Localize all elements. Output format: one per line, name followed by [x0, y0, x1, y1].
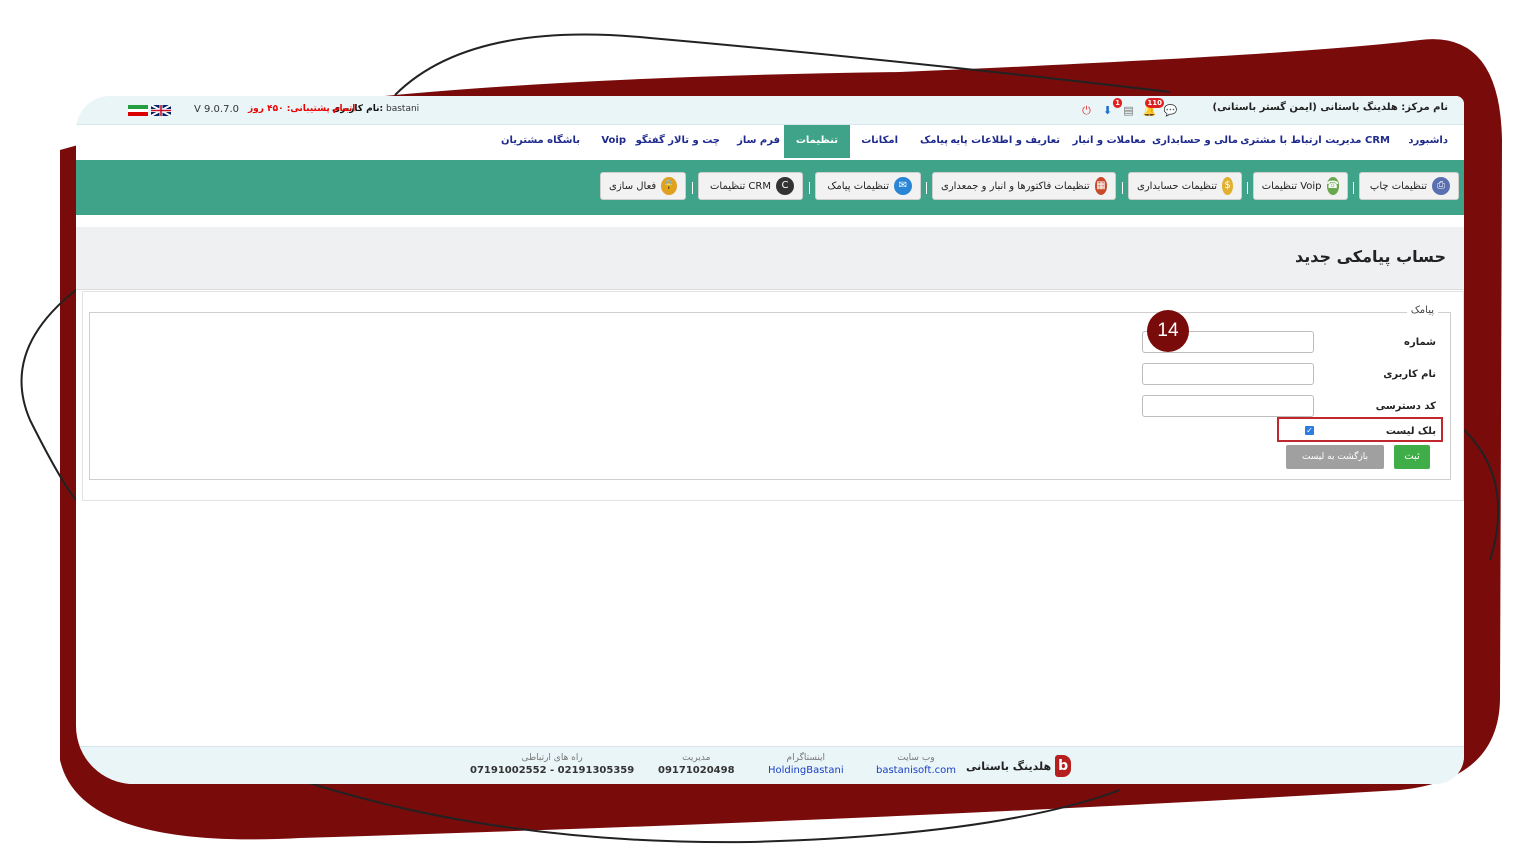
footer-brand: هلدینگ باستانی b [966, 755, 1072, 777]
footer-management: مدیریت 09171020498 [658, 753, 735, 776]
footer: هلدینگ باستانی b وب سایت bastanisoft.com… [76, 746, 1464, 784]
access-code-field[interactable] [1142, 395, 1314, 417]
divider [809, 182, 810, 194]
uk-flag-icon[interactable] [151, 105, 171, 116]
menu-crm[interactable]: مدیریت ارتباط با مشتری CRM [1240, 125, 1390, 158]
divider [1247, 182, 1248, 194]
management-phone: 09171020498 [658, 765, 735, 776]
print-settings-label: تنظیمات چاپ [1369, 180, 1427, 192]
step-number-badge: 14 [1147, 310, 1189, 352]
blacklist-checkbox[interactable]: ✓ [1305, 426, 1314, 435]
iran-flag-icon[interactable] [128, 105, 148, 116]
page-title: حساب پیامکی جدید [1294, 247, 1446, 266]
footer-instagram: اینستاگرام HoldingBastani [768, 753, 844, 776]
sms-settings-label: تنظیمات پیامک [827, 180, 889, 192]
language-flags [128, 105, 171, 116]
top-icons: ⏻ ⬇ 1 ▤ 🔔 110 💬 [1078, 97, 1179, 119]
activation-label: فعال سازی [609, 180, 657, 192]
management-label: مدیریت [682, 753, 711, 763]
top-status-bar: نام مرکز: هلدینگ باستانی (ایمن گستر باست… [76, 96, 1464, 125]
page-header: حساب پیامکی جدید [76, 227, 1464, 290]
chat-icon[interactable]: 💬 [1162, 102, 1179, 119]
settings-toolbar: تنظیمات چاپ ⎙ تنظیمات Voip ☎ تنظیمات حسا… [76, 160, 1464, 215]
invoice-icon: ▦ [1094, 177, 1107, 195]
menu-dashboard[interactable]: داشبورد [1408, 125, 1448, 158]
app-screen: نام مرکز: هلدینگ باستانی (ایمن گستر باست… [76, 96, 1464, 784]
invoice-settings-label: تنظیمات فاکتورها و انبار و جمعداری [941, 180, 1090, 192]
center-name: نام مرکز: هلدینگ باستانی (ایمن گستر باست… [1212, 102, 1448, 113]
menu-trade[interactable]: معاملات و انبار [1073, 125, 1146, 158]
blacklist-label: بلک لیست [1385, 426, 1436, 437]
menu-club[interactable]: باشگاه مشتریان [501, 125, 580, 158]
calendar-icon[interactable]: ▤ [1120, 102, 1137, 119]
back-to-list-button[interactable]: بازگشت به لیست [1286, 445, 1384, 469]
menu-features[interactable]: امکانات [861, 125, 898, 158]
fieldset-legend: پیامک [1406, 305, 1438, 316]
website-link[interactable]: bastanisoft.com [876, 765, 956, 776]
menu-chat[interactable]: چت و تالار گفتگو [636, 125, 720, 158]
money-bag-icon: $ [1222, 177, 1233, 195]
footer-brand-name: هلدینگ باستانی [966, 759, 1052, 773]
phone-icon: ☎ [1326, 177, 1339, 195]
form-panel: پیامک شماره نام کاربری کد دسترسی بلک لیس… [82, 291, 1464, 501]
menu-settings[interactable]: تنظیمات [783, 125, 850, 158]
divider [1353, 182, 1354, 194]
username-label: نام کاربری [1383, 369, 1436, 380]
number-label: شماره [1404, 337, 1436, 348]
instagram-link[interactable]: HoldingBastani [768, 765, 844, 776]
crm-settings-button[interactable]: تنظیمات CRM C [698, 172, 803, 200]
support-remaining: اتمام پشتیبانی: ۴۵۰ روز [248, 104, 356, 114]
printer-icon: ⎙ [1432, 177, 1450, 195]
username-field[interactable] [1142, 363, 1314, 385]
access-code-label: کد دسترسی [1375, 401, 1436, 412]
voip-settings-label: تنظیمات Voip [1261, 180, 1322, 192]
menu-definitions[interactable]: تعاریف و اطلاعات پایه [950, 125, 1060, 158]
voip-settings-button[interactable]: تنظیمات Voip ☎ [1253, 172, 1348, 200]
website-label: وب سایت [897, 753, 935, 763]
sms-settings-button[interactable]: تنظیمات پیامک ✉ [815, 172, 921, 200]
menu-voip[interactable]: Voip [601, 125, 626, 158]
crm-settings-label: تنظیمات CRM [709, 180, 771, 192]
main-menu: داشبورد مدیریت ارتباط با مشتری CRM مالی … [76, 125, 1464, 161]
divider [1122, 182, 1123, 194]
power-icon[interactable]: ⏻ [1078, 102, 1095, 119]
save-button[interactable]: ثبت [1394, 445, 1430, 469]
crm-icon: C [776, 177, 794, 195]
accounting-settings-label: تنظیمات حسابداری [1137, 180, 1218, 192]
version-label: V 9.0.7.0 [194, 104, 240, 115]
sms-fieldset: پیامک شماره نام کاربری کد دسترسی بلک لیس… [89, 305, 1451, 480]
sms-icon: ✉ [894, 177, 912, 195]
divider [692, 182, 693, 194]
lock-icon: 🔒 [661, 177, 677, 195]
brand-logo-icon: b [1055, 755, 1072, 777]
footer-contact: راه های ارتباطی 07191002552 - 0219130535… [470, 753, 634, 776]
divider [926, 182, 927, 194]
menu-formbuilder[interactable]: فرم ساز [737, 125, 780, 158]
contact-label: راه های ارتباطی [521, 753, 583, 763]
contact-phones: 07191002552 - 02191305359 [470, 765, 635, 776]
activation-button[interactable]: فعال سازی 🔒 [600, 172, 686, 200]
accounting-settings-button[interactable]: تنظیمات حسابداری $ [1128, 172, 1242, 200]
bell-icon[interactable]: 🔔 110 [1141, 97, 1164, 119]
menu-sms[interactable]: پیامک [920, 125, 948, 158]
download-icon[interactable]: ⬇ 1 [1099, 97, 1122, 119]
invoice-settings-button[interactable]: تنظیمات فاکتورها و انبار و جمعداری ▦ [932, 172, 1116, 200]
instagram-label: اینستاگرام [786, 753, 826, 763]
menu-finance[interactable]: مالی و حسابداری [1152, 125, 1238, 158]
footer-website: وب سایت bastanisoft.com [876, 753, 956, 776]
print-settings-button[interactable]: تنظیمات چاپ ⎙ [1359, 172, 1459, 200]
